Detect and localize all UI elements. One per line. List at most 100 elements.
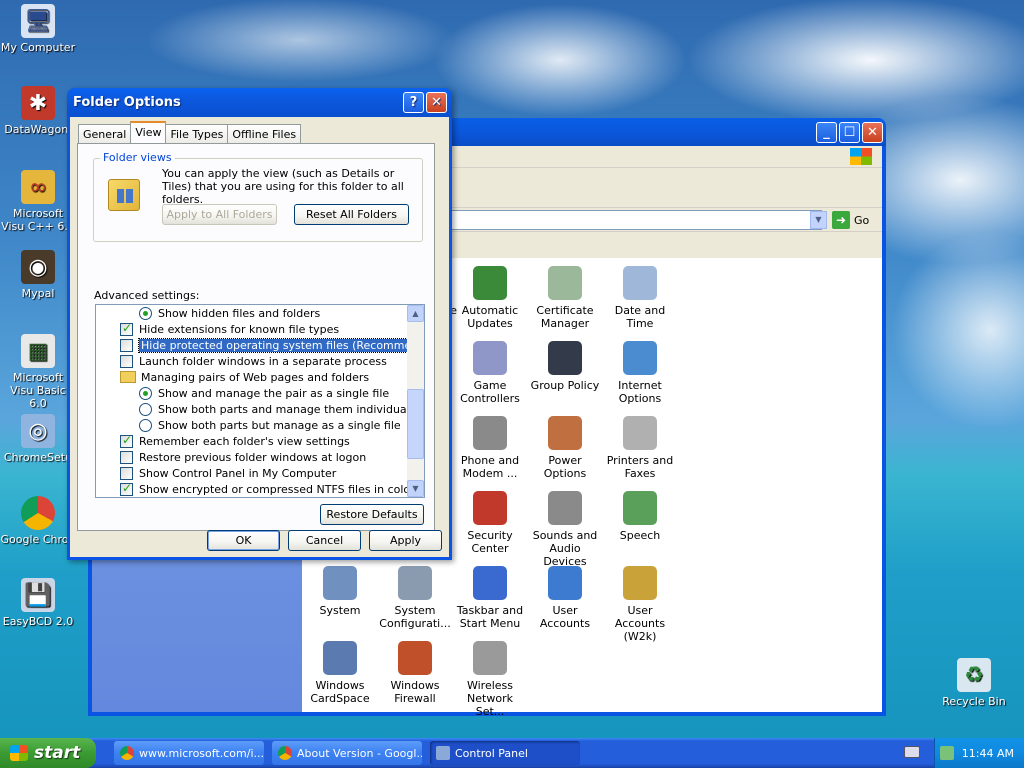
network-icon[interactable] xyxy=(939,746,954,760)
setting-row[interactable]: Hide protected operating system files (R… xyxy=(96,337,424,353)
setting-row[interactable]: Remember each folder's view settings xyxy=(96,433,350,449)
taskbar-button-about-version[interactable]: About Version - Googl... xyxy=(272,741,422,765)
desktop-icon-chrome-setup[interactable]: ◎ ChromeSetu xyxy=(0,414,76,464)
view-tab-panel: Folder views You can apply the view (suc… xyxy=(77,143,435,531)
setting-row[interactable]: Restore previous folder windows at logon xyxy=(96,449,366,465)
cancel-button[interactable]: Cancel xyxy=(288,530,361,551)
control-panel-item[interactable]: Certificate Manager xyxy=(527,266,603,330)
control-panel-item-label: User Accounts xyxy=(539,604,591,630)
reset-all-folders-button[interactable]: Reset All Folders xyxy=(294,204,409,225)
chrome-icon xyxy=(120,746,134,760)
setting-row[interactable]: Managing pairs of Web pages and folders xyxy=(96,369,369,385)
setting-radio[interactable] xyxy=(139,306,152,320)
apply-to-all-folders-button[interactable]: Apply to All Folders xyxy=(162,204,277,225)
taskbar-button-microsoft[interactable]: www.microsoft.com/i... xyxy=(114,741,264,765)
taskbar-button-control-panel[interactable]: Control Panel xyxy=(430,741,580,765)
vertical-scrollbar[interactable]: ▲ ▼ xyxy=(407,305,424,497)
desktop-icon-easybcd[interactable]: 💾 EasyBCD 2.0 xyxy=(0,578,76,628)
control-panel-item-label: System xyxy=(319,604,361,617)
control-panel-item[interactable]: Group Policy xyxy=(527,341,603,392)
windows-firewall-icon xyxy=(398,641,432,675)
control-panel-item[interactable]: Automatic Updates xyxy=(452,266,528,330)
advanced-settings-list[interactable]: Show encrypted or compressed NTFS files … xyxy=(95,304,425,498)
maximize-button[interactable]: ☐ xyxy=(839,122,860,143)
setting-label: Show hidden files and folders xyxy=(158,306,321,320)
control-panel-item[interactable]: Internet Options xyxy=(602,341,678,405)
control-panel-item[interactable]: Windows CardSpace xyxy=(302,641,378,705)
desktop-icon-my-computer[interactable]: 🖥 My Computer xyxy=(0,4,76,54)
setting-checkbox[interactable] xyxy=(120,481,133,496)
control-panel-item-label: Taskbar and Start Menu xyxy=(456,604,524,630)
ok-button[interactable]: OK xyxy=(207,530,280,551)
apply-button[interactable]: Apply xyxy=(369,530,442,551)
minimize-button[interactable]: _ xyxy=(816,122,837,143)
dialog-close-button[interactable]: ✕ xyxy=(426,92,447,113)
desktop-icon-visual-basic[interactable]: ▦ Microsoft Visu Basic 6.0 xyxy=(0,334,76,410)
control-panel-item-label: Security Center xyxy=(467,529,513,555)
setting-radio[interactable] xyxy=(139,386,152,400)
setting-checkbox[interactable] xyxy=(120,466,133,480)
setting-row[interactable]: Show hidden files and folders xyxy=(96,305,320,321)
control-panel-item[interactable]: Printers and Faxes xyxy=(602,416,678,480)
tab-file-types[interactable]: File Types xyxy=(165,124,229,143)
setting-row[interactable]: Show both parts but manage as a single f… xyxy=(96,417,401,433)
control-panel-item[interactable]: Phone and Modem ... xyxy=(452,416,528,480)
keyboard-icon[interactable] xyxy=(904,746,920,758)
folder-views-text: You can apply the view (such as Details … xyxy=(162,167,404,206)
setting-row[interactable]: Show and manage the pair as a single fil… xyxy=(96,385,389,401)
my-computer-icon: 🖥 xyxy=(21,4,55,38)
setting-row[interactable]: Show Control Panel in My Computer xyxy=(96,465,336,481)
desktop-icon-datawagon[interactable]: ✱ DataWagon. xyxy=(0,86,76,136)
setting-radio[interactable] xyxy=(139,418,152,432)
restore-defaults-button[interactable]: Restore Defaults xyxy=(320,504,424,525)
control-panel-item[interactable]: System Configurati... xyxy=(377,566,453,630)
control-panel-item[interactable]: Game Controllers xyxy=(452,341,528,405)
setting-checkbox[interactable] xyxy=(120,354,133,368)
tab-strip: General View File Types Offline Files xyxy=(78,121,302,143)
control-panel-item[interactable]: Date and Time xyxy=(602,266,678,330)
easybcd-icon: 💾 xyxy=(21,578,55,612)
setting-row[interactable]: Launch folder windows in a separate proc… xyxy=(96,353,387,369)
clock[interactable]: 11:44 AM xyxy=(962,747,1014,760)
desktop-icon-visual-cpp[interactable]: ∞ Microsoft Visu C++ 6.0 xyxy=(0,170,76,233)
power-options-icon xyxy=(548,416,582,450)
setting-row[interactable]: Show encrypted or compressed NTFS files … xyxy=(96,481,415,497)
start-label: start xyxy=(34,743,81,763)
desktop-icon-google-chrome[interactable]: Google Chron xyxy=(0,496,76,546)
setting-radio[interactable] xyxy=(139,402,152,416)
tab-view[interactable]: View xyxy=(130,121,167,143)
scroll-down-button[interactable]: ▼ xyxy=(407,480,424,497)
tab-general[interactable]: General xyxy=(78,124,132,143)
address-dropdown-button[interactable]: ▼ xyxy=(810,211,827,229)
tab-offline-files[interactable]: Offline Files xyxy=(227,124,302,143)
setting-checkbox[interactable] xyxy=(120,450,133,464)
setting-checkbox[interactable] xyxy=(120,433,133,448)
control-panel-item[interactable]: Security Center xyxy=(452,491,528,555)
control-panel-item-label: Certificate Manager xyxy=(536,304,594,330)
control-panel-item[interactable]: Wireless Network Set... xyxy=(452,641,528,718)
setting-row[interactable]: Show both parts and manage them individu… xyxy=(96,401,419,417)
control-panel-item-label: Speech xyxy=(619,529,661,542)
game-controllers-icon xyxy=(473,341,507,375)
dialog-titlebar[interactable]: Folder Options ? ✕ xyxy=(67,88,452,117)
desktop-icon-mypal[interactable]: ◉ Mypal xyxy=(0,250,76,300)
go-button[interactable]: ➜ Go xyxy=(832,211,869,229)
control-panel-item[interactable]: User Accounts xyxy=(527,566,603,630)
setting-checkbox[interactable] xyxy=(120,321,133,336)
start-button[interactable]: start xyxy=(0,738,96,768)
control-panel-item[interactable]: Windows Firewall xyxy=(377,641,453,705)
help-button[interactable]: ? xyxy=(403,92,424,113)
scroll-up-button[interactable]: ▲ xyxy=(407,305,424,322)
setting-row[interactable]: Hide extensions for known file types xyxy=(96,321,339,337)
system-configuration-icon xyxy=(398,566,432,600)
control-panel-item[interactable]: Sounds and Audio Devices xyxy=(527,491,603,568)
control-panel-item[interactable]: Power Options xyxy=(527,416,603,480)
control-panel-item[interactable]: User Accounts (W2k) xyxy=(602,566,678,643)
setting-checkbox[interactable] xyxy=(120,338,133,352)
close-button[interactable]: ✕ xyxy=(862,122,883,143)
control-panel-item[interactable]: Taskbar and Start Menu xyxy=(452,566,528,630)
control-panel-item[interactable]: Speech xyxy=(602,491,678,542)
scroll-thumb[interactable] xyxy=(407,389,424,459)
control-panel-item[interactable]: System xyxy=(302,566,378,617)
desktop-icon-recycle-bin[interactable]: ♻ Recycle Bin xyxy=(936,658,1012,708)
